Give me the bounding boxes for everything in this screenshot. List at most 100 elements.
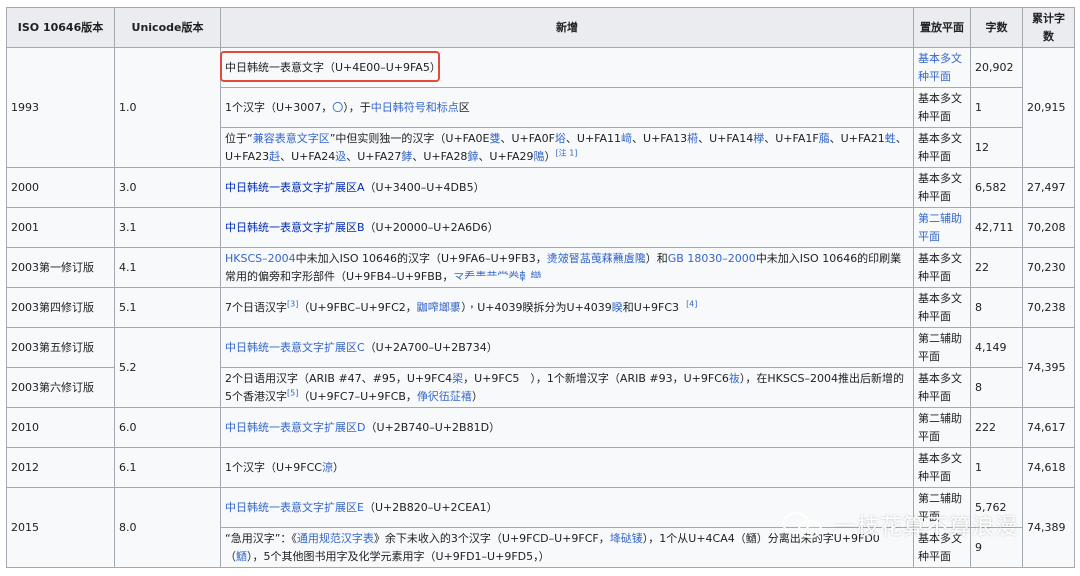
char-link[interactable]: 﨡 xyxy=(885,132,896,145)
char-link[interactable]: 〇 xyxy=(332,101,343,114)
gb18030-link[interactable]: GB 18030–2000 xyxy=(668,252,756,265)
header-unicode-version: Unicode版本 xyxy=(114,7,221,48)
addition-text: （U+20000–U+2A6D6） xyxy=(364,220,499,234)
iso-version-cell: 2003第五修订版 xyxy=(6,327,115,368)
table-row: 2003第四修订版 5.1 7个日语汉字[3]（U+9FBC–U+9FC2，鿼鿽… xyxy=(6,287,1075,328)
addition-cell: 7个日语汉字[3]（U+9FBC–U+9FC2，鿼鿽鿾鿿），U+4039睽拆分为… xyxy=(220,287,914,328)
plane-link[interactable]: 第二辅助平面 xyxy=(918,212,962,243)
count-cell: 20,902 xyxy=(970,47,1023,88)
addition-text: 位于“ xyxy=(225,131,253,145)
char-link[interactable]: 﨣 xyxy=(269,150,280,163)
unicode-version-cell: 1.0 xyxy=(114,47,221,168)
count-cell: 22 xyxy=(970,247,1023,288)
addition-text: 、U+FA14 xyxy=(698,131,754,145)
iso-version-cell: 2003第一修订版 xyxy=(6,247,115,288)
cumulative-cell: 74,389 xyxy=(1022,487,1075,568)
count-cell: 1 xyxy=(970,87,1023,128)
addition-cell: 2个日语用汉字（ARIB #47、#95，U+9FC4鿄，U+9FC5 ），1个… xyxy=(220,367,914,408)
char-link[interactable]: 﨨 xyxy=(467,150,478,163)
char-link[interactable]: 鿐 xyxy=(236,550,247,563)
plane-cell: 基本多文种平面 xyxy=(913,367,971,408)
addition-text: （U+3400–U+4DB5） xyxy=(364,180,485,194)
plane-cell: 基本多文种平面 xyxy=(913,287,971,328)
wechat-icon xyxy=(782,508,826,542)
addition-text: 》余下未收入的3个汉字（U+9FCD–U+9FCF， xyxy=(373,531,610,545)
iso-version-cell: 2015 xyxy=(6,487,115,568)
char-link[interactable]: 睽 xyxy=(612,301,623,314)
addition-text: ） xyxy=(332,460,344,474)
char-link[interactable]: 﨤 xyxy=(335,150,346,163)
addition-text: ） xyxy=(538,549,550,563)
char-link[interactable]: 鿌 xyxy=(322,461,333,474)
footnote-ref[interactable]: [4] xyxy=(686,299,697,308)
iso-version-cell: 2000 xyxy=(6,167,115,208)
addition-text: ） xyxy=(544,149,556,163)
unicode-version-cell: 4.1 xyxy=(114,247,221,288)
header-count: 字数 xyxy=(970,7,1023,48)
hkscs-link[interactable]: HKSCS–2004 xyxy=(225,252,296,265)
plane-link[interactable]: 基本多文种平面 xyxy=(918,52,962,83)
char-link[interactable]: 鿍鿎鿏 xyxy=(610,532,643,545)
addition-cell: 中日韩统一表意文字扩展区A（U+3400–U+4DB5） xyxy=(220,167,914,208)
cumulative-cell: 70,238 xyxy=(1022,287,1075,328)
footnote-ref[interactable]: [3] xyxy=(287,299,298,308)
table-row: 2001 3.1 中日韩统一表意文字扩展区B（U+20000–U+2A6D6） … xyxy=(6,207,1075,248)
table-row: 1993 1.0 中日韩统一表意文字（U+4E00–U+9FA5） 基本多文种平… xyxy=(6,47,1075,168)
cjk-punctuation-link[interactable]: 中日韩符号和标点 xyxy=(371,101,459,114)
addition-text: 、U+FA21 xyxy=(829,131,885,145)
char-link[interactable]: 﨧 xyxy=(401,150,412,163)
plane-cell[interactable]: 基本多文种平面 xyxy=(913,47,971,88)
ext-e-link[interactable]: 中日韩统一表意文字扩展区E xyxy=(225,501,364,514)
char-link[interactable]: 龴龵龶龷龸龹龺龻 xyxy=(453,270,541,283)
char-link[interactable]: 﨔 xyxy=(753,132,764,145)
plane-cell: 基本多文种平面 xyxy=(913,127,971,168)
iso-version-cell: 2003第四修订版 xyxy=(6,287,115,328)
addition-text: ”中但实则独一的汉字（U+FA0E xyxy=(329,131,490,145)
ext-c-link[interactable]: 中日韩统一表意文字扩展区C xyxy=(225,341,365,354)
addition-text: “急用汉字”：《 xyxy=(225,531,297,545)
char-link[interactable]: 﨎 xyxy=(489,132,500,145)
cumulative-cell: 70,208 xyxy=(1022,207,1075,248)
char-link[interactable]: 鿆 xyxy=(729,372,740,385)
plane-cell[interactable]: 第二辅助平面 xyxy=(913,207,971,248)
char-link[interactable]: 﨓 xyxy=(687,132,698,145)
addition-text: （U+9FBC–U+9FC2， xyxy=(298,300,417,314)
addition-text: （U+9FC7–U+9FCB， xyxy=(298,389,417,403)
unicode-version-cell: 5.1 xyxy=(114,287,221,328)
char-link[interactable]: 﨩 xyxy=(534,150,545,163)
table-row: 2000 3.0 中日韩统一表意文字扩展区A（U+3400–U+4DB5） 基本… xyxy=(6,167,1075,208)
char-link[interactable]: 﨑 xyxy=(621,132,632,145)
iso-version-cell: 2012 xyxy=(6,447,115,488)
char-link[interactable]: 﨏 xyxy=(555,132,566,145)
char-link[interactable]: 鿼鿽鿾鿿 xyxy=(417,301,461,314)
addition-text: 7个日语汉字 xyxy=(225,300,287,314)
footnote-ref[interactable]: [5] xyxy=(287,388,298,397)
note-ref[interactable]: [注 1] xyxy=(556,148,578,157)
addition-cell: 中日韩统一表意文字扩展区C（U+2A700–U+2B734） xyxy=(220,327,914,368)
addition-text: ），U+4039睽拆分为U+4039 xyxy=(460,300,612,314)
unicode-version-cell: 8.0 xyxy=(114,487,221,568)
unicode-version-cell: 6.1 xyxy=(114,447,221,488)
addition-text: ），5个其他图书用字及化学元素用字（U+9FD1–U+9FD5， xyxy=(247,549,539,563)
addition-cell: 1个汉字（U+9FCC鿌） xyxy=(220,447,914,488)
iso-version-cell: 2001 xyxy=(6,207,115,248)
count-cell: 8 xyxy=(970,287,1023,328)
addition-text: （U+2B820–U+2CEA1） xyxy=(363,500,498,514)
ext-d-link[interactable]: 中日韩统一表意文字扩展区D xyxy=(225,421,365,434)
ext-b-link[interactable]: 中日韩统一表意文字扩展区B xyxy=(225,221,365,234)
char-link[interactable]: 㷭㿰䀾䓵䒶䔉䖄䖒䧯 xyxy=(547,252,646,265)
ext-a-link[interactable]: 中日韩统一表意文字扩展区A xyxy=(225,181,365,194)
addition-text: （U+2B740–U+2B81D） xyxy=(365,420,501,434)
addition-text: ） xyxy=(471,389,483,403)
char-link[interactable]: 﨟 xyxy=(819,132,830,145)
header-row: ISO 10646版本 Unicode版本 新增 置放平面 字数 累计字数 xyxy=(6,7,1075,48)
char-link[interactable]: 鿄 xyxy=(452,372,463,385)
addition-text: 1个汉字（U+3007， xyxy=(225,100,333,114)
cumulative-cell: 27,497 xyxy=(1022,167,1075,208)
tongyong-guifan-link[interactable]: 通用规范汉字表 xyxy=(297,532,374,545)
watermark: 一枝花算不算浪漫 xyxy=(782,505,1018,545)
char-link[interactable]: 鿇鿈鿉鿊鿋 xyxy=(417,390,472,403)
addition-text: ，U+9FC5 ），1个新增汉字（ARIB #93，U+9FC6 xyxy=(463,371,729,385)
addition-cell: 1个汉字（U+3007，〇），于中日韩符号和标点区 xyxy=(220,87,914,128)
compat-ideographs-link[interactable]: 兼容表意文字区 xyxy=(253,132,330,145)
